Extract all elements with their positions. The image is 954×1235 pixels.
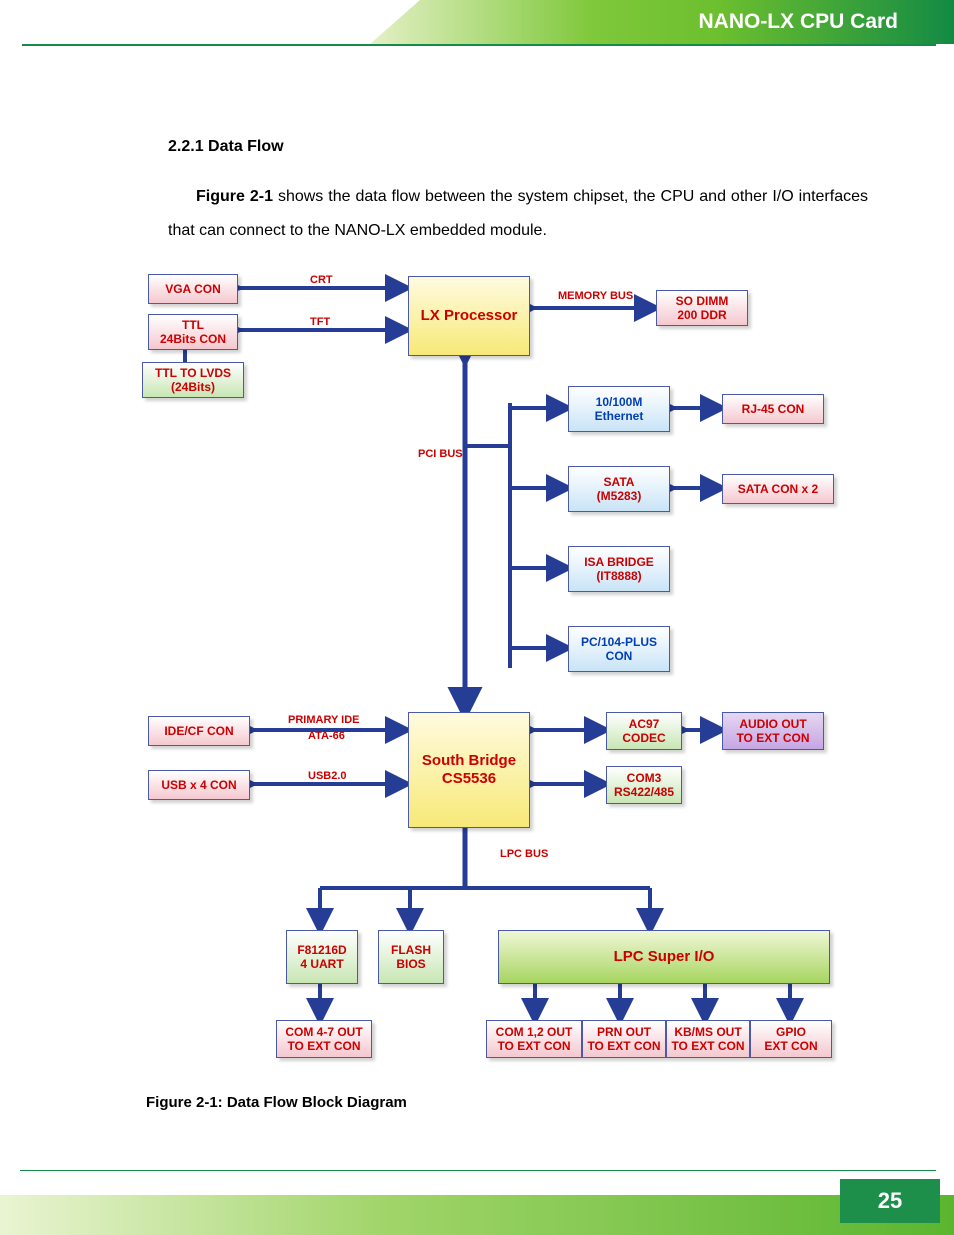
label-lpc-bus: LPC BUS bbox=[500, 848, 548, 860]
header-triangle bbox=[370, 0, 420, 44]
block-sata: SATA(M5283) bbox=[568, 466, 670, 512]
block-lpc-super-io: LPC Super I/O bbox=[498, 930, 830, 984]
header-title: NANO-LX CPU Card bbox=[698, 10, 898, 34]
figure-caption: Figure 2-1: Data Flow Block Diagram bbox=[146, 1094, 407, 1111]
block-audio-out: AUDIO OUTTO EXT CON bbox=[722, 712, 824, 750]
block-vga-con: VGA CON bbox=[148, 274, 238, 304]
section-heading: 2.2.1 Data Flow bbox=[168, 138, 868, 156]
block-so-dimm: SO DIMM200 DDR bbox=[656, 290, 748, 326]
block-com1-2-out: COM 1,2 OUTTO EXT CON bbox=[486, 1020, 582, 1058]
paragraph-rest: shows the data flow between the system c… bbox=[168, 188, 868, 239]
label-usb20: USB2.0 bbox=[308, 770, 347, 782]
block-isa-bridge: ISA BRIDGE(IT8888) bbox=[568, 546, 670, 592]
label-tft: TFT bbox=[310, 316, 330, 328]
block-rj45-con: RJ-45 CON bbox=[722, 394, 824, 424]
label-ata66: ATA-66 bbox=[308, 730, 345, 742]
block-kb-ms-out: KB/MS OUTTO EXT CON bbox=[666, 1020, 750, 1058]
block-ttl-to-lvds: TTL TO LVDS(24Bits) bbox=[142, 362, 244, 398]
label-memory-bus: MEMORY BUS bbox=[558, 290, 633, 302]
block-ide-cf-con: IDE/CF CON bbox=[148, 716, 250, 746]
block-usb-x4-con: USB x 4 CON bbox=[148, 770, 250, 800]
block-com4-7-out: COM 4-7 OUTTO EXT CON bbox=[276, 1020, 372, 1058]
block-south-bridge: South BridgeCS5536 bbox=[408, 712, 530, 828]
label-pci-bus: PCI BUS bbox=[418, 448, 463, 460]
block-com3: COM3RS422/485 bbox=[606, 766, 682, 804]
block-sata-con: SATA CON x 2 bbox=[722, 474, 834, 504]
footer-rule bbox=[20, 1170, 936, 1171]
body-text: 2.2.1 Data Flow Figure 2-1 shows the dat… bbox=[168, 138, 868, 247]
block-diagram: CRT TFT MEMORY BUS PCI BUS PRIMARY IDE A… bbox=[130, 268, 854, 1084]
footer-gradient bbox=[0, 1195, 954, 1235]
block-ac97-codec: AC97CODEC bbox=[606, 712, 682, 750]
block-f81216d-uart: F81216D4 UART bbox=[286, 930, 358, 984]
block-pc104-plus-con: PC/104-PLUSCON bbox=[568, 626, 670, 672]
header-rule bbox=[22, 44, 936, 46]
paragraph: Figure 2-1 shows the data flow between t… bbox=[168, 180, 868, 247]
page-number: 25 bbox=[840, 1179, 940, 1223]
label-primary-ide: PRIMARY IDE bbox=[288, 714, 360, 726]
label-crt: CRT bbox=[310, 274, 333, 286]
block-prn-out: PRN OUTTO EXT CON bbox=[582, 1020, 666, 1058]
page-header: NANO-LX CPU Card bbox=[0, 0, 954, 44]
block-flash-bios: FLASHBIOS bbox=[378, 930, 444, 984]
block-ethernet: 10/100MEthernet bbox=[568, 386, 670, 432]
figure-ref: Figure 2-1 bbox=[196, 188, 273, 205]
block-gpio-ext-con: GPIOEXT CON bbox=[750, 1020, 832, 1058]
block-lx-processor: LX Processor bbox=[408, 276, 530, 356]
page: NANO-LX CPU Card 2.2.1 Data Flow Figure … bbox=[0, 0, 954, 1235]
block-ttl-24bits-con: TTL24Bits CON bbox=[148, 314, 238, 350]
